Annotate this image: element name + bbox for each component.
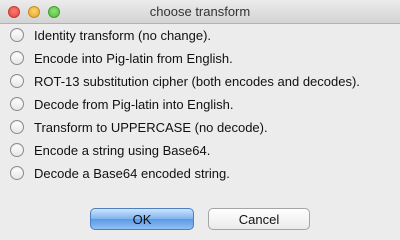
ok-button[interactable]: OK — [90, 208, 194, 230]
option-label: Identity transform (no change). — [34, 28, 212, 43]
cancel-button[interactable]: Cancel — [208, 208, 310, 230]
radio-button-decode-pig-latin[interactable] — [10, 97, 24, 111]
radio-button-identity[interactable] — [10, 28, 24, 42]
radio-button-decode-base64[interactable] — [10, 166, 24, 180]
option-identity[interactable]: Identity transform (no change). — [0, 24, 400, 47]
option-label: Encode into Pig-latin from English. — [34, 51, 233, 66]
option-encode-pig-latin[interactable]: Encode into Pig-latin from English. — [0, 47, 400, 70]
option-decode-base64[interactable]: Decode a Base64 encoded string. — [0, 162, 400, 185]
dialog-window: choose transform Identity transform (no … — [0, 0, 400, 240]
option-label: Decode a Base64 encoded string. — [34, 166, 230, 181]
transform-options-list: Identity transform (no change). Encode i… — [0, 24, 400, 185]
radio-button-uppercase[interactable] — [10, 120, 24, 134]
option-uppercase[interactable]: Transform to UPPERCASE (no decode). — [0, 116, 400, 139]
title-bar[interactable]: choose transform — [0, 0, 400, 24]
window-title: choose transform — [149, 4, 251, 19]
option-label: Decode from Pig-latin into English. — [34, 97, 234, 112]
option-label: ROT-13 substitution cipher (both encodes… — [34, 74, 360, 89]
radio-button-encode-pig-latin[interactable] — [10, 51, 24, 65]
option-label: Transform to UPPERCASE (no decode). — [34, 120, 268, 135]
option-label: Encode a string using Base64. — [34, 143, 211, 158]
radio-button-encode-base64[interactable] — [10, 143, 24, 157]
option-rot13[interactable]: ROT-13 substitution cipher (both encodes… — [0, 70, 400, 93]
option-decode-pig-latin[interactable]: Decode from Pig-latin into English. — [0, 93, 400, 116]
option-encode-base64[interactable]: Encode a string using Base64. — [0, 139, 400, 162]
radio-button-rot13[interactable] — [10, 74, 24, 88]
